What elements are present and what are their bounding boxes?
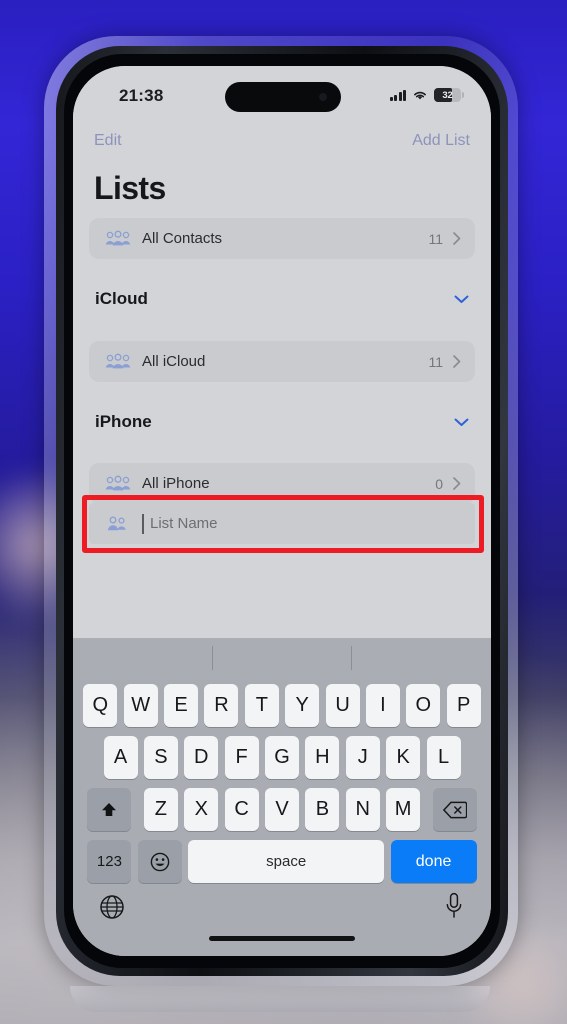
key-x[interactable]: X [184,788,219,831]
key-u[interactable]: U [325,684,360,727]
smiley-glyph [150,852,170,871]
globe-language-icon[interactable] [99,894,125,920]
key-i[interactable]: I [365,684,400,727]
chevron-right-icon [453,355,461,368]
list-row-all-iphone[interactable]: All iPhone 0 [89,463,475,504]
list-row-all-contacts[interactable]: All Contacts 11 [89,218,475,259]
key-r[interactable]: R [204,684,239,727]
microphone-icon[interactable] [445,892,463,920]
backspace-glyph [443,801,468,818]
chevron-down-icon[interactable] [454,295,469,304]
space-key[interactable]: space [188,840,385,883]
chevron-down-icon[interactable] [454,418,469,427]
key-p[interactable]: P [446,684,481,727]
shift-arrow-glyph [101,802,116,816]
list-row-count: 11 [428,353,443,370]
wifi-icon [414,91,426,100]
people-group-icon [105,230,131,245]
edit-button[interactable]: Edit [94,132,122,150]
key-y[interactable]: Y [285,684,320,727]
list-row-count: 0 [435,475,443,492]
keyboard-row-4: 123 space done [73,838,491,885]
key-e[interactable]: E [164,684,199,727]
key-k[interactable]: K [386,736,421,779]
key-g[interactable]: G [265,736,299,779]
new-list-placeholder: List Name [150,515,218,532]
chevron-right-icon [453,477,461,490]
case-bottom-reflection [70,986,490,1012]
keyboard-row-2: A S D F G H J K L [73,734,491,781]
keyboard-bottom-bar [73,888,491,956]
key-h[interactable]: H [305,736,340,779]
people-pair-icon [108,516,126,530]
key-a[interactable]: A [103,736,138,779]
key-j[interactable]: J [345,736,380,779]
page-title: Lists [94,170,166,206]
section-header-iphone[interactable]: iPhone [73,408,491,436]
section-header-icloud[interactable]: iCloud [73,285,491,313]
key-q[interactable]: Q [83,684,118,727]
predictive-text-bar[interactable] [73,638,491,680]
text-cursor [142,513,144,534]
backspace-delete-icon[interactable] [433,788,478,831]
list-row-label: All iCloud [142,353,206,370]
predictive-separator [212,646,213,670]
key-t[interactable]: T [244,684,279,727]
done-key[interactable]: done [390,840,477,883]
key-z[interactable]: Z [143,788,178,831]
home-indicator[interactable] [209,936,355,941]
navigation-bar: Edit Add List [73,132,491,162]
numbers-key[interactable]: 123 [87,840,132,883]
people-group-icon [105,353,131,368]
list-row-count: 11 [428,230,443,247]
keyboard-row-1: Q W E R T Y U I O P [73,682,491,729]
shift-up-arrow-icon[interactable] [86,788,131,831]
status-time: 21:38 [119,86,164,105]
scene: 21:38 32 Edit Add List Lists All Contact… [0,0,567,1024]
key-l[interactable]: L [426,736,461,779]
add-list-button[interactable]: Add List [412,132,470,150]
people-group-icon [105,475,131,490]
list-row-all-icloud[interactable]: All iCloud 11 [89,341,475,382]
contacts-lists-content: 21:38 32 Edit Add List Lists All Contact… [73,66,491,638]
list-row-label: All Contacts [142,230,223,247]
section-title: iPhone [95,412,152,431]
key-w[interactable]: W [123,684,158,727]
key-d[interactable]: D [184,736,219,779]
status-bar: 21:38 32 [73,86,491,112]
key-o[interactable]: O [406,684,441,727]
emoji-smiley-icon[interactable] [137,840,182,883]
list-row-label: All iPhone [142,475,210,492]
key-s[interactable]: S [143,736,178,779]
battery-level-text: 32 [442,89,453,101]
key-b[interactable]: B [305,788,340,831]
status-indicators: 32 [389,88,464,102]
keyboard-row-3: Z X C V B N M [73,786,491,833]
key-n[interactable]: N [345,788,380,831]
key-c[interactable]: C [224,788,259,831]
key-v[interactable]: V [265,788,299,831]
section-title: iCloud [95,289,148,308]
key-f[interactable]: F [224,736,259,779]
battery-icon: 32 [434,88,464,102]
on-screen-keyboard: Q W E R T Y U I O P A S D F G H J K L Z … [73,638,491,956]
cellular-bars-icon [389,89,406,101]
battery-cap [462,92,464,98]
phone-screen: 21:38 32 Edit Add List Lists All Contact… [73,66,491,956]
key-m[interactable]: M [386,788,421,831]
new-list-name-input-row[interactable]: List Name [89,503,475,544]
predictive-separator [351,646,352,670]
chevron-right-icon [453,232,461,245]
